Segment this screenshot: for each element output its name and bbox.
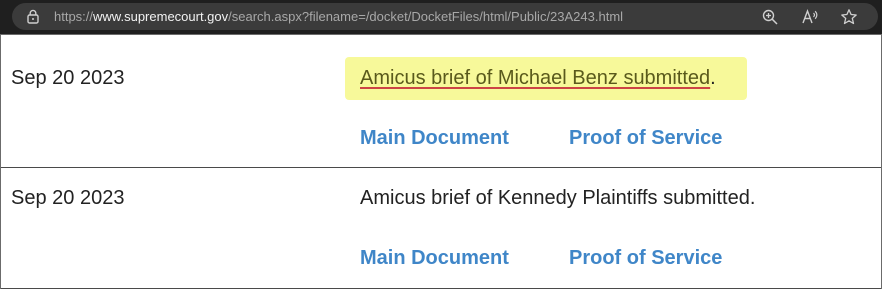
proof-of-service-link[interactable]: Proof of Service: [569, 127, 722, 150]
address-bar[interactable]: https://www.supremecourt.gov/search.aspx…: [12, 3, 878, 30]
read-aloud-icon[interactable]: [801, 8, 819, 26]
docket-row: Sep 20 2023 Amicus brief of Michael Benz…: [1, 48, 881, 168]
main-document-link[interactable]: Main Document: [360, 127, 509, 150]
lock-icon[interactable]: [26, 9, 40, 24]
url-prefix: https://: [54, 9, 94, 24]
docket-date: Sep 20 2023: [11, 187, 125, 209]
main-document-link[interactable]: Main Document: [360, 247, 509, 270]
proof-of-service-link[interactable]: Proof of Service: [569, 247, 722, 270]
url-text[interactable]: https://www.supremecourt.gov/search.aspx…: [54, 3, 623, 30]
docket-table: Sep 20 2023 Amicus brief of Michael Benz…: [0, 34, 882, 289]
highlighted-text: Amicus brief of Michael Benz submitted: [360, 67, 711, 89]
browser-toolbar: https://www.supremecourt.gov/search.aspx…: [0, 0, 882, 34]
favorite-star-icon[interactable]: [840, 8, 858, 26]
docket-description: Amicus brief of Kennedy Plaintiffs submi…: [360, 187, 756, 209]
zoom-icon[interactable]: [761, 8, 779, 26]
docket-description: Amicus brief of Michael Benz submitted.: [360, 67, 716, 90]
url-domain: www.supremecourt.gov: [93, 9, 229, 24]
docket-date: Sep 20 2023: [11, 67, 125, 89]
url-path: /search.aspx?filename=/docket/DocketFile…: [228, 9, 624, 24]
docket-row: Sep 20 2023 Amicus brief of Kennedy Plai…: [1, 168, 881, 289]
description-suffix: .: [710, 67, 716, 89]
